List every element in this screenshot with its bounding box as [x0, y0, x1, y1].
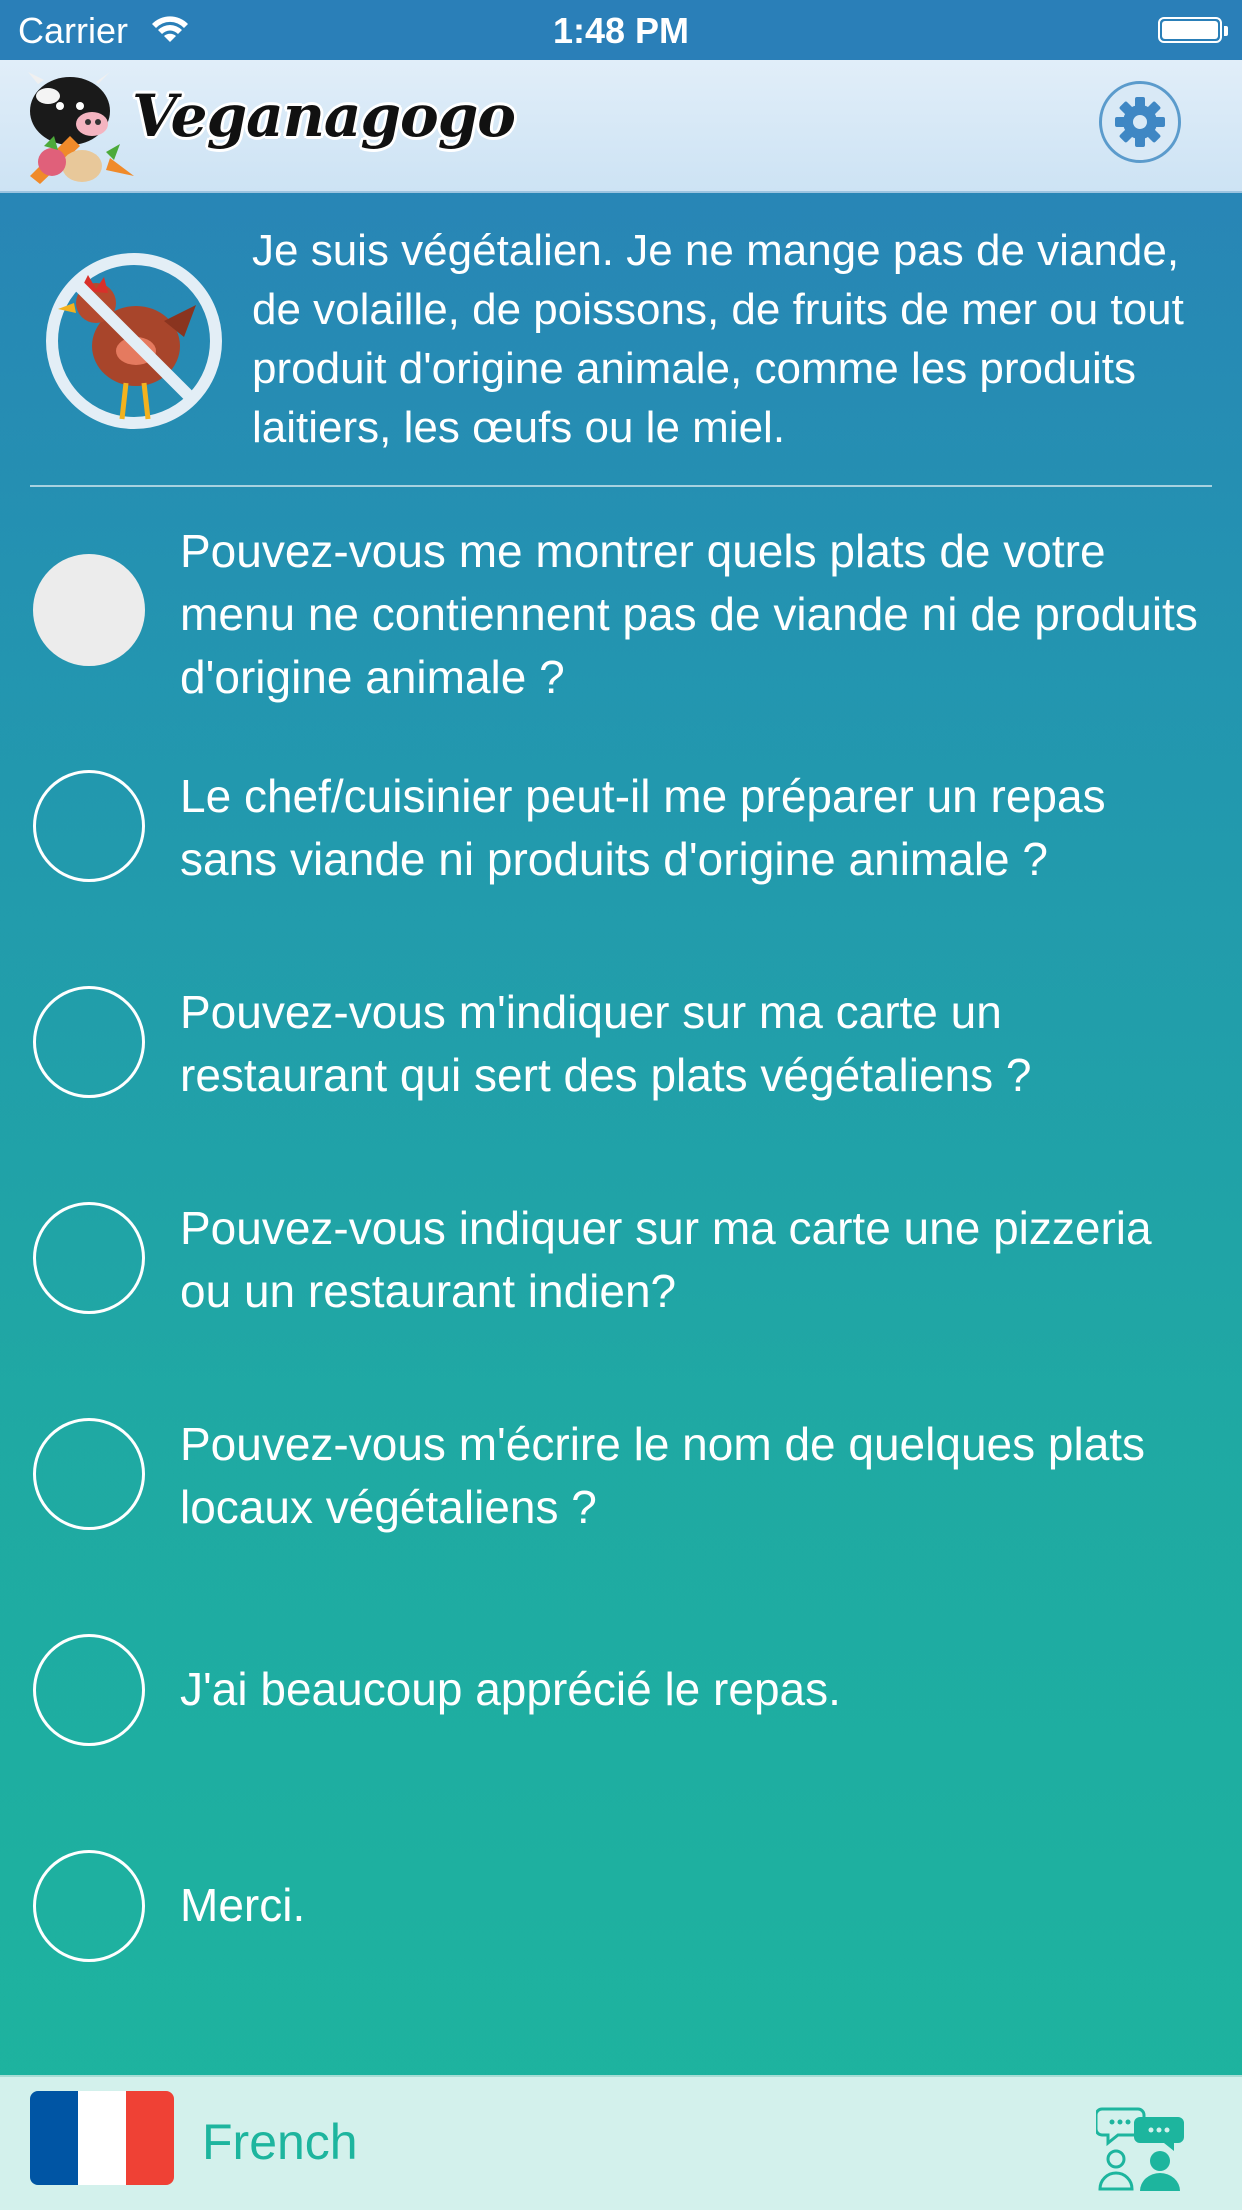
phrase-label: Pouvez-vous m'écrire le nom de quelques … [180, 1418, 1146, 1533]
status-bar: Carrier 1:48 PM [0, 0, 1242, 60]
gear-icon [1115, 97, 1165, 147]
phrase-item[interactable]: Pouvez-vous m'écrire le nom de quelques … [0, 1408, 1242, 1558]
radio-button[interactable] [33, 1850, 145, 1962]
radio-button[interactable] [33, 1634, 145, 1746]
phrase-label: Pouvez-vous m'indiquer sur ma carte un r… [180, 986, 1032, 1101]
radio-button[interactable] [33, 770, 145, 882]
battery-icon [1158, 17, 1228, 43]
status-time: 1:48 PM [552, 10, 690, 51]
phrase-item[interactable]: J'ai beaucoup apprécié le repas. [0, 1624, 1242, 1774]
divider [30, 485, 1212, 487]
language-flag-button[interactable] [30, 2091, 174, 2185]
radio-button[interactable] [33, 554, 145, 666]
no-animal-icon [46, 253, 222, 429]
radio-button[interactable] [33, 1418, 145, 1530]
phrase-label: Pouvez-vous indiquer sur ma carte une pi… [180, 1202, 1152, 1317]
app-logo-text: Veganagogo [132, 82, 516, 150]
cow-mascot-icon [28, 72, 134, 184]
phrase-label: J'ai beaucoup apprécié le repas. [180, 1663, 841, 1715]
intro-section: Je suis végétalien. Je ne mange pas de v… [0, 191, 1242, 487]
phrase-item[interactable]: Pouvez-vous indiquer sur ma carte une pi… [0, 1192, 1242, 1342]
flag-stripe-red [126, 2091, 174, 2185]
intro-text: Je suis végétalien. Je ne mange pas de v… [252, 226, 1184, 452]
phrase-item[interactable]: Merci. [0, 1840, 1242, 1990]
phrase-label: Le chef/cuisinier peut-il me préparer un… [180, 770, 1106, 885]
language-label[interactable]: French [202, 2113, 358, 2171]
radio-button[interactable] [33, 986, 145, 1098]
phrase-item[interactable]: Le chef/cuisinier peut-il me préparer un… [0, 760, 1242, 910]
flag-stripe-blue [30, 2091, 78, 2185]
phrase-label: Pouvez-vous me montrer quels plats de vo… [180, 525, 1198, 703]
settings-button[interactable] [1099, 81, 1181, 163]
conversation-icon[interactable] [1096, 2099, 1188, 2191]
phrase-label: Merci. [180, 1879, 306, 1931]
bottom-bar: French [0, 2075, 1242, 2210]
phrase-item[interactable]: Pouvez-vous m'indiquer sur ma carte un r… [0, 976, 1242, 1126]
nav-bar: Veganagogo [0, 60, 1242, 193]
flag-stripe-white [78, 2091, 126, 2185]
phrase-item[interactable]: Pouvez-vous me montrer quels plats de vo… [0, 520, 1242, 705]
radio-button[interactable] [33, 1202, 145, 1314]
